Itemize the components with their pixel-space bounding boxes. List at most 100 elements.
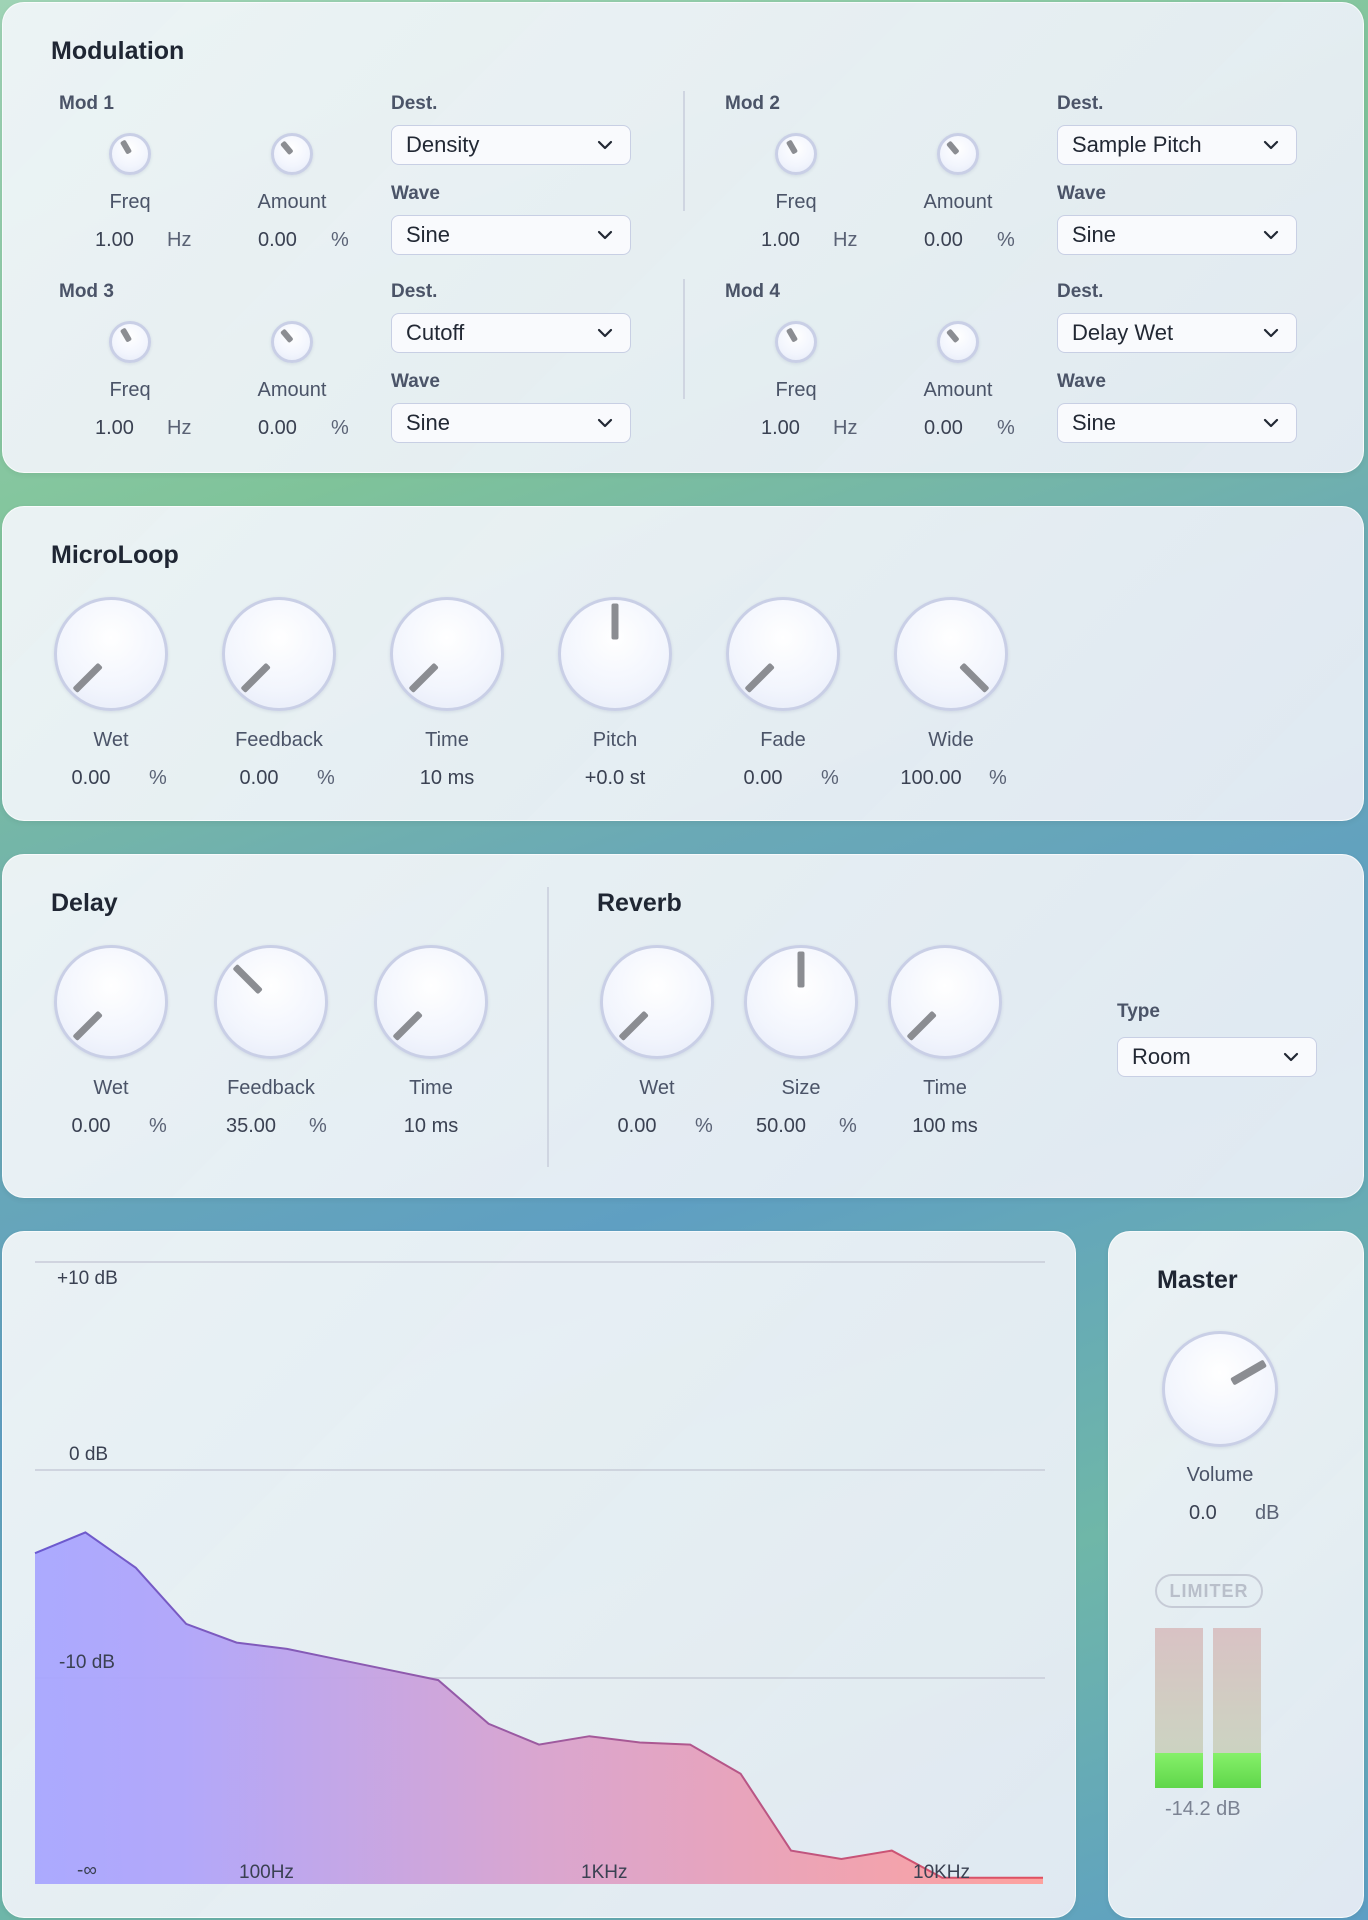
microloop-time-knob[interactable] xyxy=(390,597,504,711)
chevron-down-icon xyxy=(1283,1052,1299,1062)
spectrum-area-fill xyxy=(35,1532,1043,1884)
master-panel: Master Volume 0.0 dB LIMITER -14.2 dB xyxy=(1108,1231,1364,1918)
reverb-size-knob-indicator xyxy=(797,951,805,987)
volume-knob[interactable] xyxy=(1162,1331,1278,1447)
meter-right-fill xyxy=(1213,1752,1261,1788)
chevron-down-icon xyxy=(597,140,613,150)
mod-4-title: Mod 4 xyxy=(725,281,780,302)
microloop-title: MicroLoop xyxy=(51,541,179,569)
reverb-size-knob[interactable] xyxy=(744,945,858,1059)
mod-1-wave-select-value: Sine xyxy=(406,222,451,247)
mod-1-wave-select[interactable]: Sine xyxy=(391,215,631,255)
meter-left xyxy=(1155,1628,1203,1788)
mod-2-dest-select-value: Sample Pitch xyxy=(1072,132,1202,157)
mod-2-freq-knob[interactable] xyxy=(775,133,817,175)
reverb-time-knob-indicator xyxy=(906,1010,937,1041)
reverb-size-unit: % xyxy=(839,1115,857,1137)
mod-1-freq-knob[interactable] xyxy=(109,133,151,175)
delay-time-label: Time xyxy=(409,1077,453,1099)
mod-2-wave-select[interactable]: Sine xyxy=(1057,215,1297,255)
delay-title: Delay xyxy=(51,889,118,917)
microloop-fade-knob[interactable] xyxy=(726,597,840,711)
mod-4-freq-value: 1.00 xyxy=(761,417,800,439)
volume-unit: dB xyxy=(1255,1502,1280,1524)
microloop-wide-value: 100.00 xyxy=(900,767,962,789)
microloop-wide-knob-indicator xyxy=(959,662,990,693)
mod-2-dest-select[interactable]: Sample Pitch xyxy=(1057,125,1297,165)
microloop-panel: MicroLoop Wet 0.00% Feedback 0.00% Time 10 ms… xyxy=(2,506,1364,821)
mod-divider-bottom xyxy=(683,279,685,399)
microloop-time-value: 10 ms xyxy=(419,767,475,789)
mod-4-freq-label: Freq xyxy=(775,379,817,401)
delay-feedback-value: 35.00 xyxy=(225,1115,277,1137)
mod-1-dest-select-value: Density xyxy=(406,132,480,157)
mod-1-amount-label: Amount xyxy=(257,191,327,213)
mod-3-freq-knob[interactable] xyxy=(109,321,151,363)
reverb-type-select[interactable]: Room xyxy=(1117,1037,1317,1077)
microloop-wide-label: Wide xyxy=(928,729,974,751)
microloop-feedback-unit: % xyxy=(317,767,335,789)
microloop-time-label: Time xyxy=(425,729,469,751)
limiter-button[interactable]: LIMITER xyxy=(1155,1574,1263,1608)
volume-value: 0.0 xyxy=(1189,1502,1217,1524)
mod-3-dest-select-value: Cutoff xyxy=(406,320,465,345)
mod-4-freq-knob[interactable] xyxy=(775,321,817,363)
mod-3-amount-unit: % xyxy=(331,417,349,439)
delay-feedback-knob[interactable] xyxy=(214,945,328,1059)
mod-2-title: Mod 2 xyxy=(725,93,780,114)
microloop-wet-knob[interactable] xyxy=(54,597,168,711)
mod-2-freq-label: Freq xyxy=(775,191,817,213)
reverb-wet-knob[interactable] xyxy=(600,945,714,1059)
delay-feedback-label: Feedback xyxy=(227,1077,315,1099)
microloop-feedback-value: 0.00 xyxy=(239,767,279,789)
modulation-panel: Modulation Mod 1 Freq 1.00 Hz Amount 0.00% Des… xyxy=(2,2,1364,473)
mod-1-dest-select[interactable]: Density xyxy=(391,125,631,165)
delay-wet-knob-indicator xyxy=(72,1010,103,1041)
mod-1-freq-knob-indicator xyxy=(119,139,133,155)
chevron-down-icon xyxy=(1263,328,1279,338)
mod-3-amount-knob[interactable] xyxy=(271,321,313,363)
mod-4-wave-select-value: Sine xyxy=(1072,410,1117,435)
microloop-feedback-knob-indicator xyxy=(240,662,271,693)
microloop-feedback-knob[interactable] xyxy=(222,597,336,711)
limiter-label: LIMITER xyxy=(1169,1581,1249,1601)
delay-time-knob[interactable] xyxy=(374,945,488,1059)
mod-2-dest-label: Dest. xyxy=(1057,93,1104,114)
mod-3-dest-label: Dest. xyxy=(391,281,438,302)
reverb-type-label: Type xyxy=(1117,1001,1160,1022)
mod-2-freq-unit: Hz xyxy=(833,229,858,251)
mod-4-wave-select[interactable]: Sine xyxy=(1057,403,1297,443)
reverb-time-value: 100 ms xyxy=(912,1115,978,1137)
mod-divider-top xyxy=(683,91,685,211)
mod-1-amount-knob[interactable] xyxy=(271,133,313,175)
microloop-pitch-label: Pitch xyxy=(592,729,638,751)
microloop-wide-knob[interactable] xyxy=(894,597,1008,711)
chevron-down-icon xyxy=(1263,418,1279,428)
mod-4-amount-unit: % xyxy=(997,417,1015,439)
microloop-fade-value: 0.00 xyxy=(743,767,783,789)
mod-1-wave-label: Wave xyxy=(391,183,440,204)
volume-label: Volume xyxy=(1186,1464,1254,1486)
mod-3-wave-select[interactable]: Sine xyxy=(391,403,631,443)
reverb-size-value: 50.00 xyxy=(755,1115,807,1137)
mod-3-wave-label: Wave xyxy=(391,371,440,392)
mod-1-title: Mod 1 xyxy=(59,93,114,114)
meter-readout: -14.2 dB xyxy=(1165,1798,1241,1820)
mod-3-dest-select[interactable]: Cutoff xyxy=(391,313,631,353)
microloop-pitch-knob[interactable] xyxy=(558,597,672,711)
delay-time-value: 10 ms xyxy=(403,1115,459,1137)
mod-1-freq-value: 1.00 xyxy=(95,229,134,251)
spectrum-chart xyxy=(34,1261,1045,1884)
meter-left-fill xyxy=(1155,1752,1203,1788)
mod-4-dest-select[interactable]: Delay Wet xyxy=(1057,313,1297,353)
reverb-time-knob[interactable] xyxy=(888,945,1002,1059)
delay-wet-knob[interactable] xyxy=(54,945,168,1059)
mod-4-freq-unit: Hz xyxy=(833,417,858,439)
mod-3-wave-select-value: Sine xyxy=(406,410,451,435)
delay-feedback-knob-indicator xyxy=(232,963,263,994)
mod-2-amount-knob[interactable] xyxy=(937,133,979,175)
mod-4-amount-knob-indicator xyxy=(946,328,960,344)
mod-4-amount-knob[interactable] xyxy=(937,321,979,363)
volume-knob-indicator xyxy=(1230,1359,1268,1386)
microloop-wet-value: 0.00 xyxy=(71,767,111,789)
